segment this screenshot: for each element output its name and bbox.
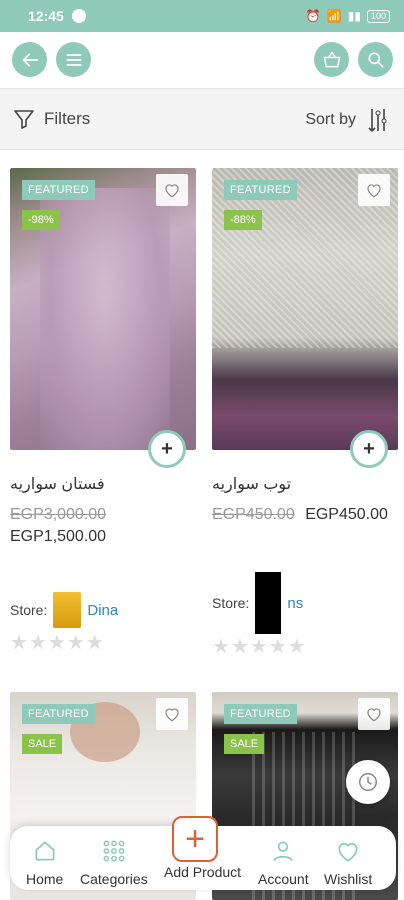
sale-badge: SALE [224, 734, 265, 754]
wishlist-button[interactable] [156, 698, 188, 730]
product-card[interactable]: FEATURED -88% + توب سواريه EGP450.00 EGP… [212, 168, 398, 658]
status-bar: 12:45 ⏰ 📶 ▮▮ 100 [0, 0, 404, 32]
star-icon: ★ [28, 632, 47, 654]
heart-icon [367, 184, 381, 198]
recently-viewed-button[interactable] [346, 760, 390, 804]
back-button[interactable] [12, 42, 47, 77]
store-logo [255, 572, 282, 634]
store-logo [53, 592, 82, 628]
nav-account[interactable]: Account [258, 838, 309, 887]
add-to-cart-button[interactable]: + [350, 430, 388, 468]
nav-wishlist-label: Wishlist [324, 871, 373, 887]
signal-icon: ▮▮ [347, 9, 361, 23]
store-info: Store: ns [212, 572, 303, 634]
store-label: Store: [10, 602, 48, 618]
cart-button[interactable] [314, 42, 349, 77]
nav-home-label: Home [26, 871, 64, 887]
store-info: Store: Dina [10, 592, 118, 628]
current-price: EGP1,500.00 [10, 528, 107, 545]
heart-icon [367, 708, 381, 722]
current-price: EGP450.00 [305, 506, 388, 523]
filters-label: Filters [44, 109, 91, 128]
battery-icon: 100 [366, 9, 390, 23]
search-icon [368, 52, 383, 67]
rating-stars: ★ ★ ★ ★ ★ [212, 634, 306, 659]
nav-account-label: Account [258, 871, 309, 887]
old-price: EGP3,000.00 [10, 506, 107, 523]
sort-button[interactable]: Sort by [305, 107, 390, 133]
sort-label: Sort by [305, 111, 356, 128]
star-icon: ★ [47, 632, 66, 654]
discount-badge: -88% [224, 210, 262, 230]
status-icons: ⏰ 📶 ▮▮ 100 [306, 9, 390, 23]
product-card[interactable]: FEATURED -98% + فستان سواريه EGP3,000.00… [10, 168, 196, 654]
arrow-left-icon [21, 53, 38, 66]
discount-badge: -98% [22, 210, 60, 230]
status-time: 12:45 [28, 8, 64, 24]
star-icon: ★ [268, 636, 287, 658]
nav-add-product[interactable]: Add Product [164, 860, 241, 880]
notification-icon [71, 9, 86, 23]
alarm-icon: ⏰ [305, 9, 321, 23]
plus-icon: + [363, 437, 375, 460]
app-header [0, 32, 404, 88]
sort-icon [368, 109, 387, 132]
search-button[interactable] [358, 42, 393, 77]
nav-home[interactable]: Home [26, 838, 63, 887]
store-link[interactable]: ns [287, 595, 303, 612]
wishlist-button[interactable] [358, 174, 390, 206]
featured-badge: FEATURED [224, 704, 297, 724]
nav-add-product-label: Add Product [164, 864, 242, 880]
store-link[interactable]: Dina [87, 602, 118, 619]
featured-badge: FEATURED [22, 704, 95, 724]
product-name[interactable]: توب سواريه [212, 474, 398, 494]
star-icon: ★ [66, 632, 85, 654]
plus-icon: + [161, 437, 173, 460]
menu-icon [66, 53, 81, 66]
wishlist-button[interactable] [156, 174, 188, 206]
add-product-button[interactable]: + [172, 816, 218, 862]
heart-icon [338, 842, 358, 862]
featured-badge: FEATURED [224, 180, 297, 200]
wifi-icon: 📶 [326, 9, 342, 23]
star-icon: ★ [249, 636, 268, 658]
filter-bar: Filters Sort by [0, 88, 404, 150]
heart-icon [165, 708, 179, 722]
product-name[interactable]: فستان سواريه [10, 474, 196, 494]
add-to-cart-button[interactable]: + [148, 430, 186, 468]
star-icon: ★ [287, 636, 306, 658]
star-icon: ★ [85, 632, 104, 654]
nav-categories[interactable]: Categories [80, 838, 148, 887]
user-icon [273, 841, 293, 862]
star-icon: ★ [212, 636, 230, 658]
menu-button[interactable] [56, 42, 91, 77]
product-image[interactable]: FEATURED -98% [10, 168, 196, 450]
star-icon: ★ [230, 636, 249, 658]
heart-icon [165, 184, 179, 198]
filter-icon [14, 110, 34, 129]
nav-wishlist[interactable]: Wishlist [324, 838, 372, 887]
rating-stars: ★ ★ ★ ★ ★ [10, 630, 104, 655]
home-icon [35, 841, 55, 861]
plus-icon: + [185, 819, 205, 858]
nav-categories-label: Categories [80, 871, 148, 887]
grid-icon [103, 840, 125, 862]
wishlist-button[interactable] [358, 698, 390, 730]
star-icon: ★ [10, 632, 28, 654]
product-price: EGP3,000.00 EGP1,500.00 [10, 504, 200, 548]
featured-badge: FEATURED [22, 180, 95, 200]
clock-icon [359, 773, 377, 791]
sale-badge: SALE [22, 734, 63, 754]
product-price: EGP450.00 EGP450.00 [212, 504, 402, 526]
basket-icon [323, 51, 340, 67]
store-label: Store: [212, 595, 250, 611]
product-image[interactable]: FEATURED -88% [212, 168, 398, 450]
old-price: EGP450.00 [212, 506, 295, 523]
filters-button[interactable]: Filters [12, 107, 90, 131]
